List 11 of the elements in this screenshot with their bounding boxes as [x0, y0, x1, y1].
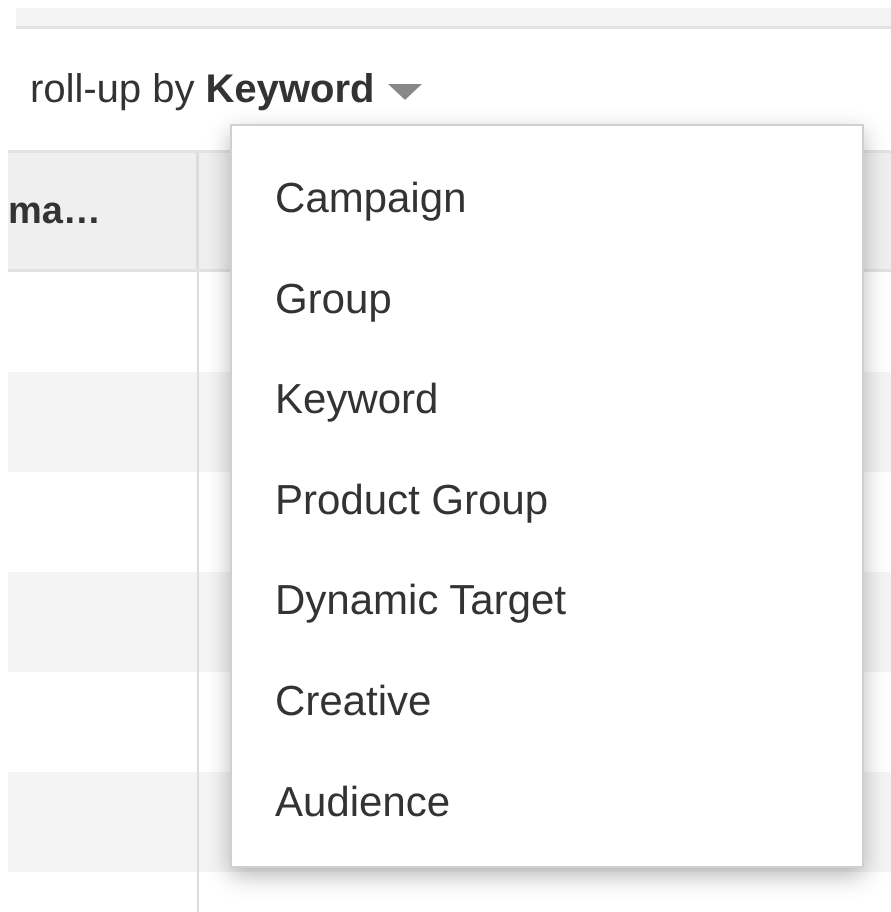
menu-item[interactable]: Keyword	[232, 349, 862, 450]
menu-item[interactable]: Campaign	[232, 148, 862, 249]
column-header[interactable]: ma…	[8, 153, 199, 269]
rollup-dropdown[interactable]: Keyword	[206, 67, 422, 112]
menu-item[interactable]: Product Group	[232, 450, 862, 550]
caret-icon	[388, 84, 422, 100]
menu-item[interactable]: Group	[232, 248, 862, 350]
menu-item[interactable]: Dynamic Target	[232, 550, 862, 651]
menu-item[interactable]: Audience	[232, 752, 862, 852]
menu-item[interactable]: Creative	[232, 650, 862, 752]
rollup-label: roll-up by	[30, 67, 195, 112]
